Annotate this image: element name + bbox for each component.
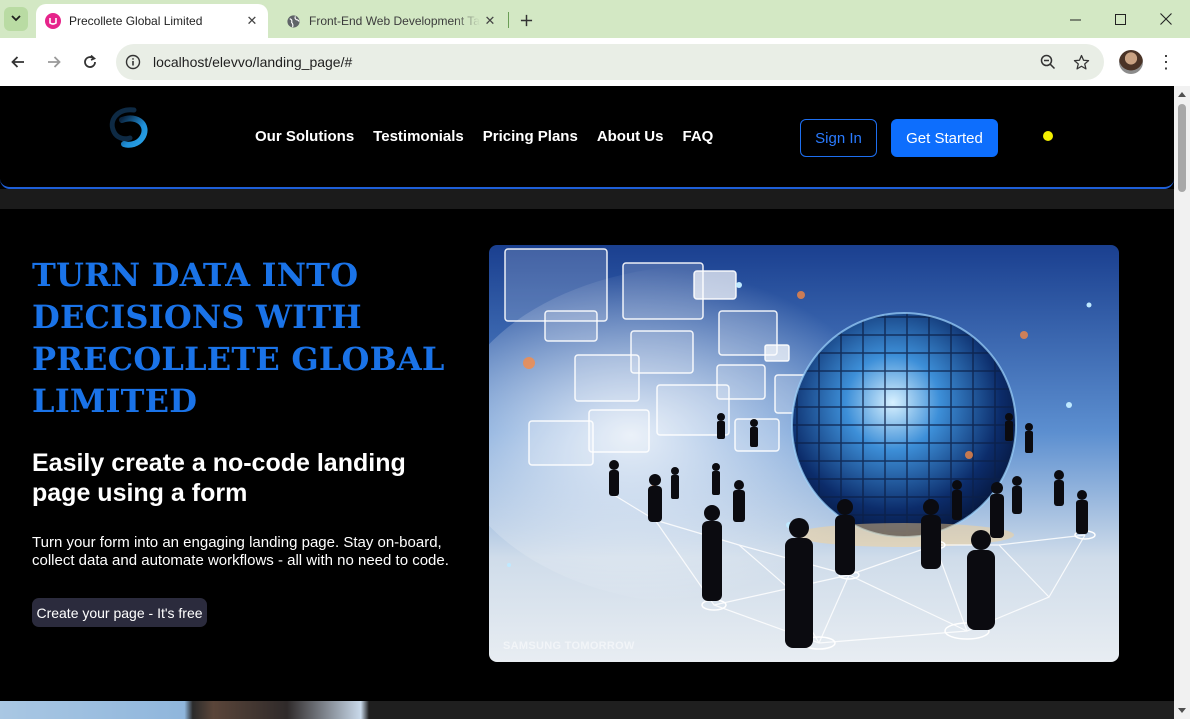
nav-our-solutions[interactable]: Our Solutions (255, 128, 354, 145)
window-close-button[interactable] (1143, 0, 1189, 38)
minimize-icon (1069, 19, 1081, 20)
create-page-button[interactable]: Create your page - It's free (32, 598, 207, 627)
forward-button[interactable] (40, 48, 68, 76)
hero-subtitle: Easily create a no-code landing page usi… (32, 449, 406, 507)
minimize-button[interactable] (1052, 0, 1098, 38)
image-watermark: SAMSUNG TOMORROW (503, 640, 635, 652)
site-header: Our Solutions Testimonials Pricing Plans… (0, 86, 1174, 189)
tab-title: Precollete Global Limited (69, 14, 203, 28)
scrollbar-thumb[interactable] (1178, 104, 1186, 192)
browser-tab-bar: Precollete Global Limited ✕ Front-End We… (0, 0, 1190, 38)
nav-faq[interactable]: FAQ (682, 128, 713, 145)
nav-about-us[interactable]: About Us (597, 128, 664, 145)
reload-icon (84, 54, 96, 68)
next-section-image (0, 701, 410, 719)
maximize-icon (1114, 13, 1126, 25)
nav-testimonials[interactable]: Testimonials (373, 128, 464, 145)
url-text: localhost/elevvo/landing_page/# (153, 54, 353, 70)
browser-toolbar: localhost/elevvo/landing_page/# ⋮ (0, 38, 1190, 86)
main-navigation: Our Solutions Testimonials Pricing Plans… (255, 128, 732, 145)
back-button[interactable] (4, 48, 32, 76)
page-scrollbar[interactable] (1174, 86, 1190, 719)
address-bar[interactable]: localhost/elevvo/landing_page/# (116, 44, 1104, 80)
tab-precollete[interactable]: Precollete Global Limited ✕ (36, 4, 268, 38)
tab-divider (508, 12, 509, 28)
app-logo-icon (45, 13, 61, 29)
globe-icon (285, 13, 301, 29)
header-divider-band (0, 189, 1174, 209)
hero-image: SAMSUNG TOMORROW (489, 245, 1119, 662)
company-logo[interactable] (104, 104, 154, 166)
tab-search-button[interactable] (4, 7, 28, 31)
theme-toggle[interactable] (1043, 131, 1053, 141)
more-menu-icon[interactable]: ⋮ (1156, 50, 1176, 74)
info-icon[interactable] (123, 52, 143, 72)
sign-in-button[interactable]: Sign In (800, 119, 877, 157)
tab-frontend-dev[interactable]: Front-End Web Development Ta ✕ (276, 4, 506, 38)
profile-avatar[interactable] (1119, 50, 1143, 74)
scroll-up-icon[interactable] (1178, 92, 1186, 97)
zoom-icon[interactable] (1038, 52, 1058, 72)
new-tab-button[interactable] (514, 8, 538, 32)
plus-icon (520, 14, 532, 26)
scroll-down-icon[interactable] (1178, 708, 1186, 713)
reload-button[interactable] (76, 48, 104, 76)
hero-title: TURN DATA INTO DECISIONS WITH PRECOLLETE… (32, 256, 445, 420)
close-icon[interactable]: ✕ (242, 11, 262, 31)
nav-pricing-plans[interactable]: Pricing Plans (483, 128, 578, 145)
maximize-button[interactable] (1097, 0, 1143, 38)
close-icon[interactable]: ✕ (480, 11, 500, 31)
close-icon (1160, 13, 1172, 25)
get-started-button[interactable]: Get Started (891, 119, 998, 157)
star-icon[interactable] (1071, 52, 1091, 72)
page-viewport: Our Solutions Testimonials Pricing Plans… (0, 86, 1174, 719)
tab-title: Front-End Web Development Ta (309, 14, 480, 28)
arrow-left-icon (11, 56, 24, 68)
arrow-right-icon (48, 56, 61, 68)
chevron-down-icon (11, 10, 21, 28)
hero-description: Turn your form into an engaging landing … (32, 534, 449, 569)
